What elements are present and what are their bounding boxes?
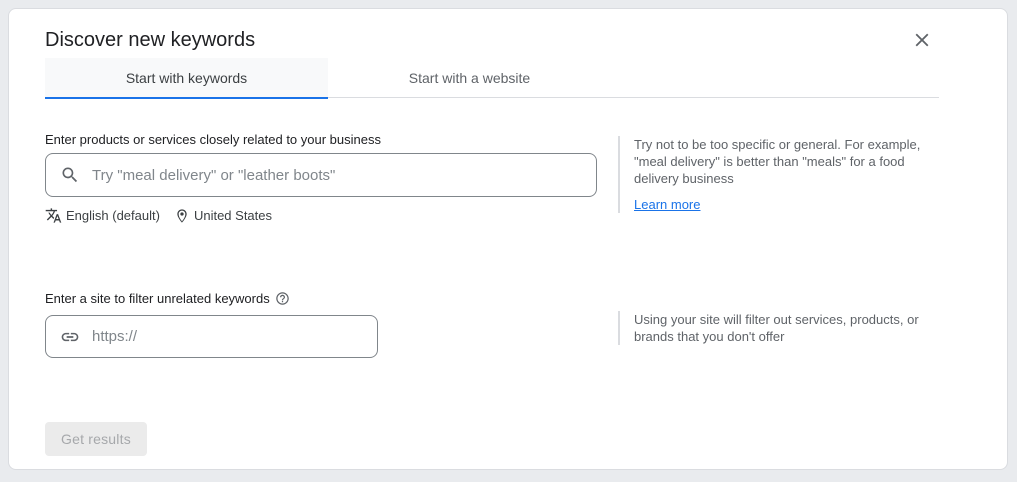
- translate-icon: [45, 208, 62, 223]
- language-selector[interactable]: English (default): [45, 207, 160, 224]
- tab-label: Start with keywords: [125, 70, 248, 86]
- get-results-button[interactable]: Get results: [45, 422, 147, 456]
- dialog-title: Discover new keywords: [45, 29, 256, 51]
- site-input-box: [45, 315, 378, 358]
- learn-more-link[interactable]: Learn more: [634, 196, 700, 213]
- location-selector[interactable]: United States: [174, 208, 272, 224]
- site-help-text: Using your site will filter out services…: [634, 312, 919, 344]
- language-label: English (default): [66, 208, 160, 223]
- site-input-label: Enter a site to filter unrelated keyword…: [45, 291, 290, 306]
- keywords-help-note: Try not to be too specific or general. F…: [618, 136, 948, 213]
- site-url-input[interactable]: [92, 328, 363, 345]
- location-pin-icon: [177, 208, 187, 223]
- close-button[interactable]: [909, 27, 935, 53]
- keywords-search-input[interactable]: [92, 166, 582, 184]
- targeting-row: English (default) United States: [45, 207, 272, 224]
- close-icon: [915, 33, 929, 47]
- discover-keywords-dialog: Discover new keywords Start with keyword…: [8, 8, 1008, 470]
- keywords-input-box: [45, 153, 597, 197]
- tab-label: Start with a website: [408, 70, 531, 86]
- site-label-text: Enter a site to filter unrelated keyword…: [45, 291, 270, 306]
- help-circle-icon: [275, 292, 289, 305]
- tab-start-with-keywords[interactable]: Start with keywords: [45, 58, 328, 99]
- keywords-help-text: Try not to be too specific or general. F…: [634, 137, 921, 186]
- tab-start-with-a-website[interactable]: Start with a website: [328, 58, 611, 98]
- active-tab-underline: [45, 97, 328, 99]
- keywords-input-label: Enter products or services closely relat…: [45, 132, 381, 147]
- help-tooltip-trigger[interactable]: [275, 291, 290, 306]
- search-icon: [62, 167, 78, 183]
- tab-bar: Start with keywords Start with a website: [45, 58, 939, 99]
- location-label: United States: [193, 208, 272, 223]
- link-icon: [61, 332, 79, 341]
- site-help-note: Using your site will filter out services…: [618, 311, 948, 345]
